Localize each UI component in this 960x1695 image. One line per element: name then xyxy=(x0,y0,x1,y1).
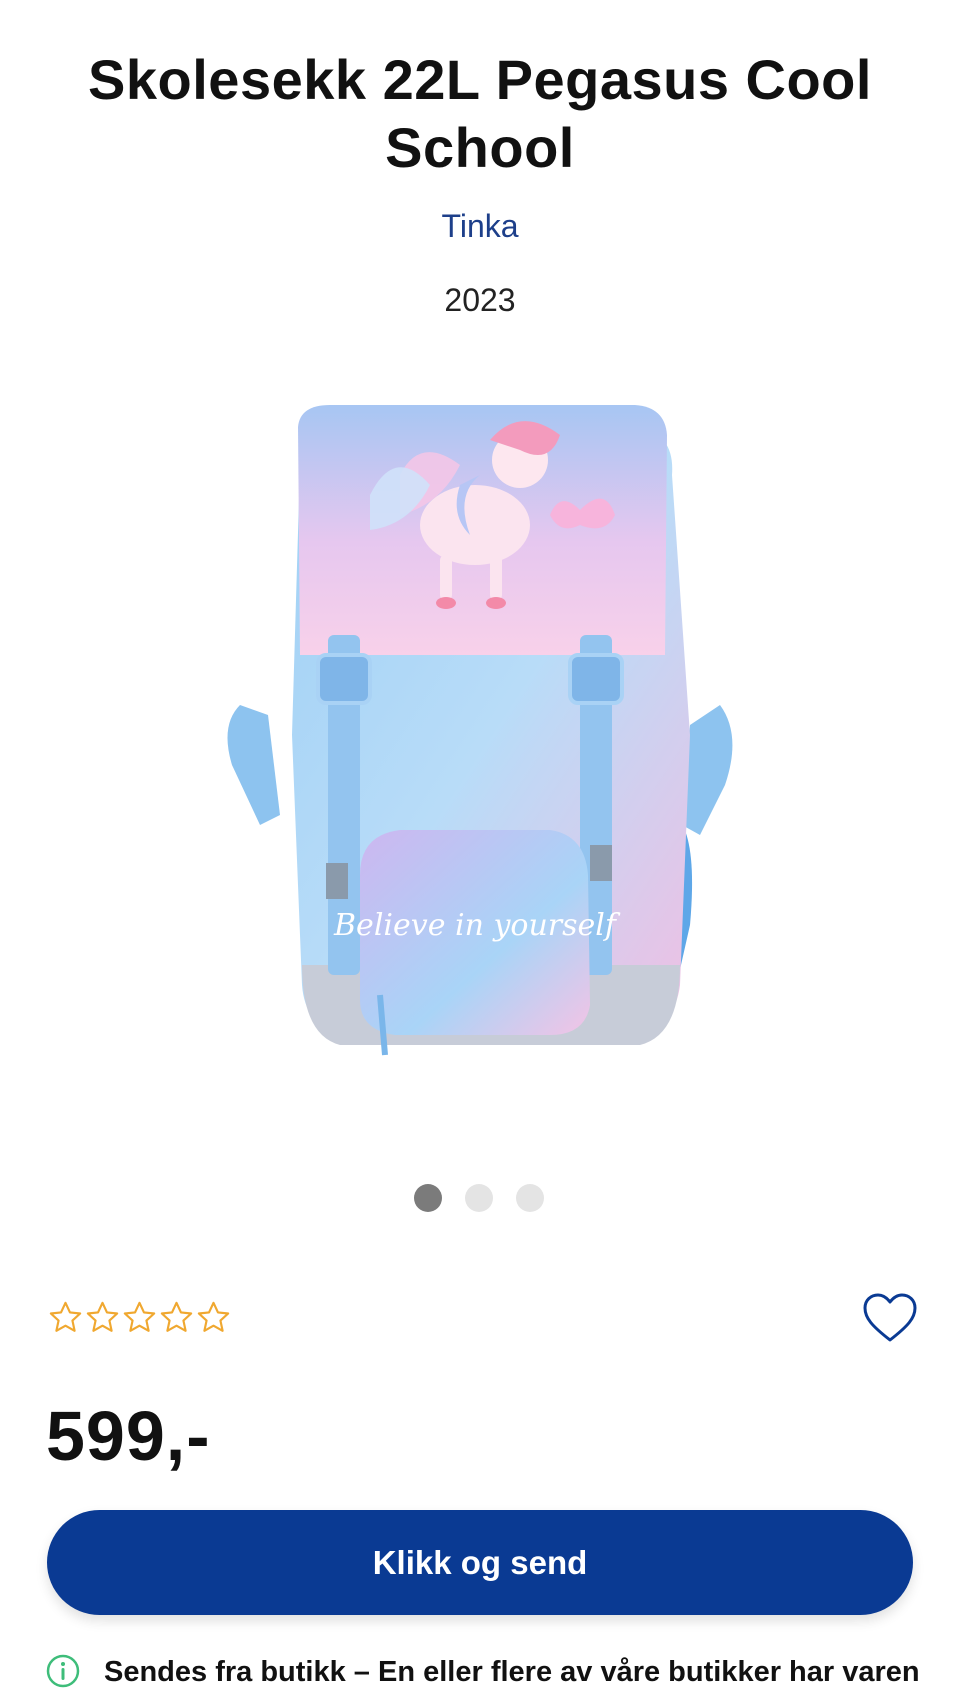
star-outline-icon xyxy=(86,1301,119,1332)
carousel-dot-3[interactable] xyxy=(516,1184,544,1212)
backpack-print-text: Believe in yourself xyxy=(333,908,621,943)
star-outline-icon xyxy=(160,1301,193,1332)
product-image[interactable]: Believe in yourself xyxy=(220,405,740,1125)
carousel-dot-2[interactable] xyxy=(465,1184,493,1212)
shipping-info-text: Sendes fra butikk – En eller flere av vå… xyxy=(104,1656,920,1688)
star-outline-icon xyxy=(123,1301,156,1332)
shipping-info: Sendes fra butikk – En eller flere av vå… xyxy=(46,1652,960,1695)
carousel-dot-1[interactable] xyxy=(414,1184,442,1212)
star-outline-icon xyxy=(197,1301,230,1332)
product-price: 599,- xyxy=(46,1397,211,1475)
click-and-send-button[interactable]: Klikk og send xyxy=(47,1510,913,1615)
star-rating[interactable] xyxy=(47,1299,232,1339)
brand-link[interactable]: Tinka xyxy=(0,208,960,245)
product-page: Skolesekk 22L Pegasus Cool School Tinka … xyxy=(0,0,960,1695)
product-title: Skolesekk 22L Pegasus Cool School xyxy=(88,48,872,179)
star-outline-icon xyxy=(49,1301,82,1332)
carousel-pagination xyxy=(414,1184,564,1214)
heart-outline-icon[interactable] xyxy=(862,1292,918,1344)
info-icon xyxy=(46,1654,80,1688)
product-year: 2023 xyxy=(444,282,516,318)
